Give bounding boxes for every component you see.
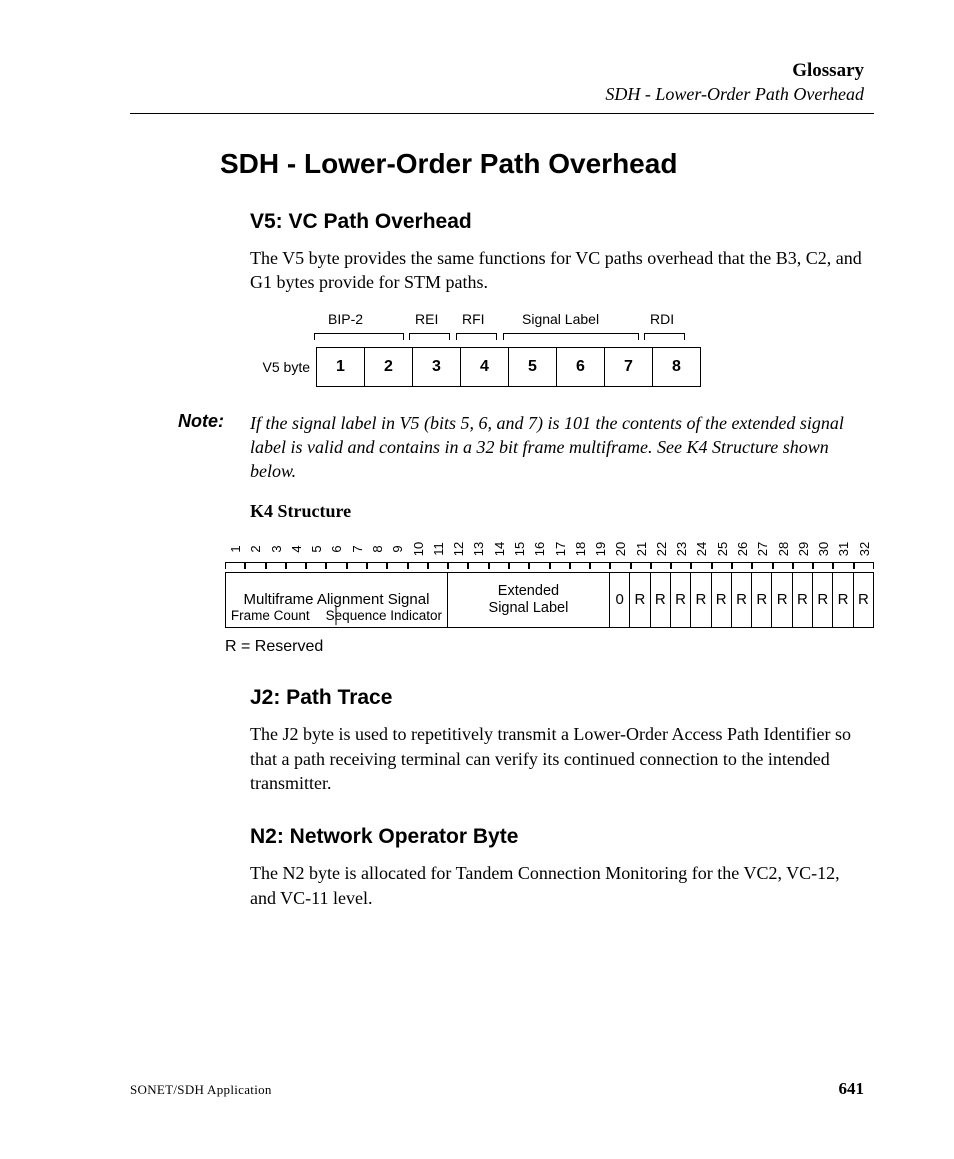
v5-row-caption: V5 byte: [250, 347, 316, 387]
k4-esl-line1: Extended: [498, 583, 559, 600]
k4-ticks: [225, 562, 874, 572]
k4-field-reserved: R: [712, 572, 732, 628]
k4-mas-sequence-indicator: Sequence Indicator: [326, 608, 442, 624]
bracket: [409, 333, 450, 342]
k4-grid: Multiframe Alignment Signal Frame Count …: [225, 572, 874, 628]
footer-page-number: 641: [839, 1079, 865, 1099]
v5-label-rei: REI: [415, 311, 438, 327]
v5-heading: V5: VC Path Overhead: [250, 210, 874, 234]
k4-field-reserved: R: [752, 572, 772, 628]
k4-field-reserved: R: [630, 572, 650, 628]
bracket: [456, 333, 497, 342]
k4-field-reserved: R: [691, 572, 711, 628]
k4-field-reserved: R: [854, 572, 874, 628]
v5-byte-row: V5 byte 1 2 3 4 5 6 7 8: [250, 347, 874, 387]
page-footer: SONET/SDH Application 641: [130, 1079, 864, 1099]
header-subsection: SDH - Lower-Order Path Overhead: [130, 84, 864, 105]
v5-bit-cell: 3: [413, 347, 461, 387]
k4-field-reserved: R: [833, 572, 853, 628]
page-title: SDH - Lower-Order Path Overhead: [220, 148, 874, 180]
v5-byte-diagram: BIP-2 REI RFI Signal Label RDI V5 byte 1…: [250, 311, 874, 387]
v5-label-rfi: RFI: [462, 311, 485, 327]
note-text: If the signal label in V5 (bits 5, 6, an…: [250, 411, 864, 484]
k4-field-reserved: R: [651, 572, 671, 628]
note-label: Note:: [178, 411, 250, 484]
bracket: [503, 333, 639, 342]
k4-bit-number: 32: [851, 539, 877, 559]
j2-heading: J2: Path Trace: [250, 686, 874, 710]
v5-bit-cell: 7: [605, 347, 653, 387]
header-section: Glossary: [130, 60, 864, 82]
header-rule: [130, 113, 874, 114]
v5-field-labels: BIP-2 REI RFI Signal Label RDI: [250, 311, 874, 333]
j2-paragraph: The J2 byte is used to repetitively tran…: [250, 722, 864, 795]
n2-paragraph: The N2 byte is allocated for Tandem Conn…: [250, 861, 864, 910]
k4-mas-frame-count: Frame Count: [231, 608, 310, 624]
k4-legend: R = Reserved: [225, 638, 874, 656]
k4-field-zero: 0: [610, 572, 630, 628]
k4-bit-numbers: 1 2 3 4 5 6 7 8 9 10 11 12 13 14 15 16 1…: [225, 536, 874, 562]
k4-structure-heading: K4 Structure: [250, 501, 874, 522]
k4-field-mas: Multiframe Alignment Signal Frame Count …: [225, 572, 448, 628]
v5-bit-cell: 8: [653, 347, 701, 387]
page: Glossary SDH - Lower-Order Path Overhead…: [0, 0, 954, 1159]
page-header: Glossary SDH - Lower-Order Path Overhead: [130, 60, 864, 105]
k4-field-reserved: R: [732, 572, 752, 628]
k4-field-reserved: R: [671, 572, 691, 628]
n2-heading: N2: Network Operator Byte: [250, 825, 874, 849]
v5-label-signal-label: Signal Label: [522, 311, 599, 327]
v5-bit-cell: 1: [316, 347, 365, 387]
k4-field-reserved: R: [813, 572, 833, 628]
v5-bit-cell: 6: [557, 347, 605, 387]
k4-esl-line2: Signal Label: [489, 600, 569, 617]
k4-structure-diagram: 1 2 3 4 5 6 7 8 9 10 11 12 13 14 15 16 1…: [225, 536, 874, 656]
v5-bit-cell: 2: [365, 347, 413, 387]
k4-field-reserved: R: [793, 572, 813, 628]
v5-bit-cell: 5: [509, 347, 557, 387]
k4-field-extended-signal-label: Extended Signal Label: [448, 572, 610, 628]
v5-label-bip2: BIP-2: [328, 311, 363, 327]
note-block: Note: If the signal label in V5 (bits 5,…: [178, 411, 864, 484]
footer-app-name: SONET/SDH Application: [130, 1082, 272, 1098]
bracket: [644, 333, 685, 342]
v5-paragraph: The V5 byte provides the same functions …: [250, 246, 864, 295]
v5-label-rdi: RDI: [650, 311, 674, 327]
v5-brackets: [250, 333, 874, 347]
bracket: [314, 333, 404, 342]
v5-bit-cell: 4: [461, 347, 509, 387]
k4-field-reserved: R: [772, 572, 792, 628]
